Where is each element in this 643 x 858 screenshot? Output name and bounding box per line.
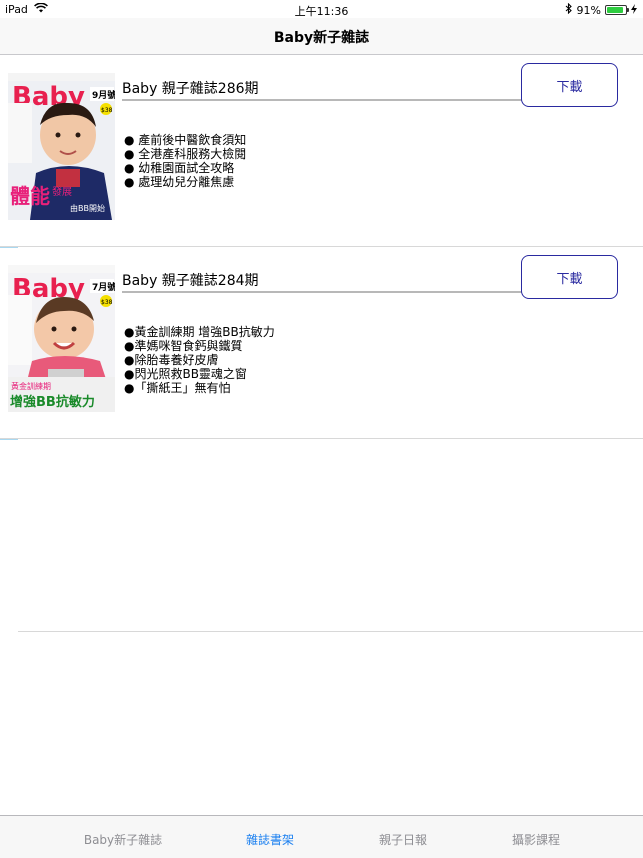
highlight-item: ●黃金訓練期 增強BB抗敏力 xyxy=(124,325,275,339)
highlight-item: ● 幼稚園面試全攻略 xyxy=(124,161,235,175)
cover-headline: 體能 xyxy=(10,184,50,208)
magazine-title: Baby 親子雜誌284期 xyxy=(122,273,259,289)
title-underline xyxy=(122,99,522,101)
highlight-item: ●除胎毒養好皮膚 xyxy=(124,353,219,367)
cover-headline-3: 由BB開始 xyxy=(70,203,105,213)
magazine-cover-image[interactable]: Baby 7月號 $38 黃金訓練期 增強BB抗敏力 xyxy=(8,265,115,412)
magazine-title: Baby 親子雜誌286期 xyxy=(122,81,259,97)
cover-price: $38 xyxy=(101,107,113,114)
tab-bar: Baby新子雜誌 雜誌書架 親子日報 攝影課程 xyxy=(0,815,643,858)
navigation-bar: Baby新子雜誌 xyxy=(0,18,643,55)
cover-issue: 7月號 xyxy=(92,281,115,293)
cover-headline: 黃金訓練期 xyxy=(11,381,51,391)
magazine-cover-image[interactable]: Baby 9月號 $38 體能 發展 由BB開始 xyxy=(8,73,115,220)
tab-photography-course[interactable]: 攝影課程 xyxy=(481,831,591,848)
magazine-row[interactable]: Baby 7月號 $38 黃金訓練期 增強BB抗敏力 Baby 親子雜誌284期… xyxy=(0,247,643,440)
cover-price: $38 xyxy=(101,299,113,306)
tab-parenting-daily[interactable]: 親子日報 xyxy=(348,831,458,848)
page-title: Baby新子雜誌 xyxy=(273,30,370,46)
highlight-item: ● 產前後中醫飲食須知 xyxy=(124,133,247,147)
empty-row-separator xyxy=(18,631,643,632)
cover-headline-2: 發展 xyxy=(52,185,72,198)
tab-magazine-shelf[interactable]: 雜誌書架 xyxy=(215,831,325,848)
charging-icon xyxy=(631,3,637,17)
battery-icon xyxy=(605,5,629,15)
highlight-item: ●準媽咪智食鈣與鐵質 xyxy=(124,339,243,353)
battery-fill xyxy=(607,7,624,13)
magazine-highlights: ●黃金訓練期 增強BB抗敏力 ●準媽咪智食鈣與鐵質 ●除胎毒養好皮膚 ●閃光照救… xyxy=(124,325,275,395)
battery-percentage: 91% xyxy=(576,3,601,17)
highlight-item: ● 處理幼兒分離焦慮 xyxy=(124,175,235,189)
bluetooth-icon xyxy=(565,2,573,17)
download-button[interactable]: 下載 xyxy=(521,255,618,299)
row-separator-marker xyxy=(0,439,18,440)
highlight-item: ● 全港產科服務大檢閱 xyxy=(124,147,247,161)
status-bar: iPad 上午11:36 91% xyxy=(0,0,643,18)
cover-issue: 9月號 xyxy=(92,89,115,101)
download-button[interactable]: 下載 xyxy=(521,63,618,107)
cover-headline-2: 增強BB抗敏力 xyxy=(10,394,95,410)
title-underline xyxy=(122,291,522,293)
magazine-row[interactable]: Baby 9月號 $38 體能 發展 由BB開始 Baby 親子雜誌286期 下… xyxy=(0,55,643,248)
tab-baby-magazine[interactable]: Baby新子雜誌 xyxy=(68,831,178,848)
magazine-highlights: ● 產前後中醫飲食須知 ● 全港產科服務大檢閱 ● 幼稚園面試全攻略 ● 處理幼… xyxy=(124,133,246,189)
clock: 上午11:36 xyxy=(294,5,349,18)
highlight-item: ●閃光照救BB靈魂之窗 xyxy=(124,367,247,381)
highlight-item: ●「撕紙王」無有怕 xyxy=(124,381,231,395)
